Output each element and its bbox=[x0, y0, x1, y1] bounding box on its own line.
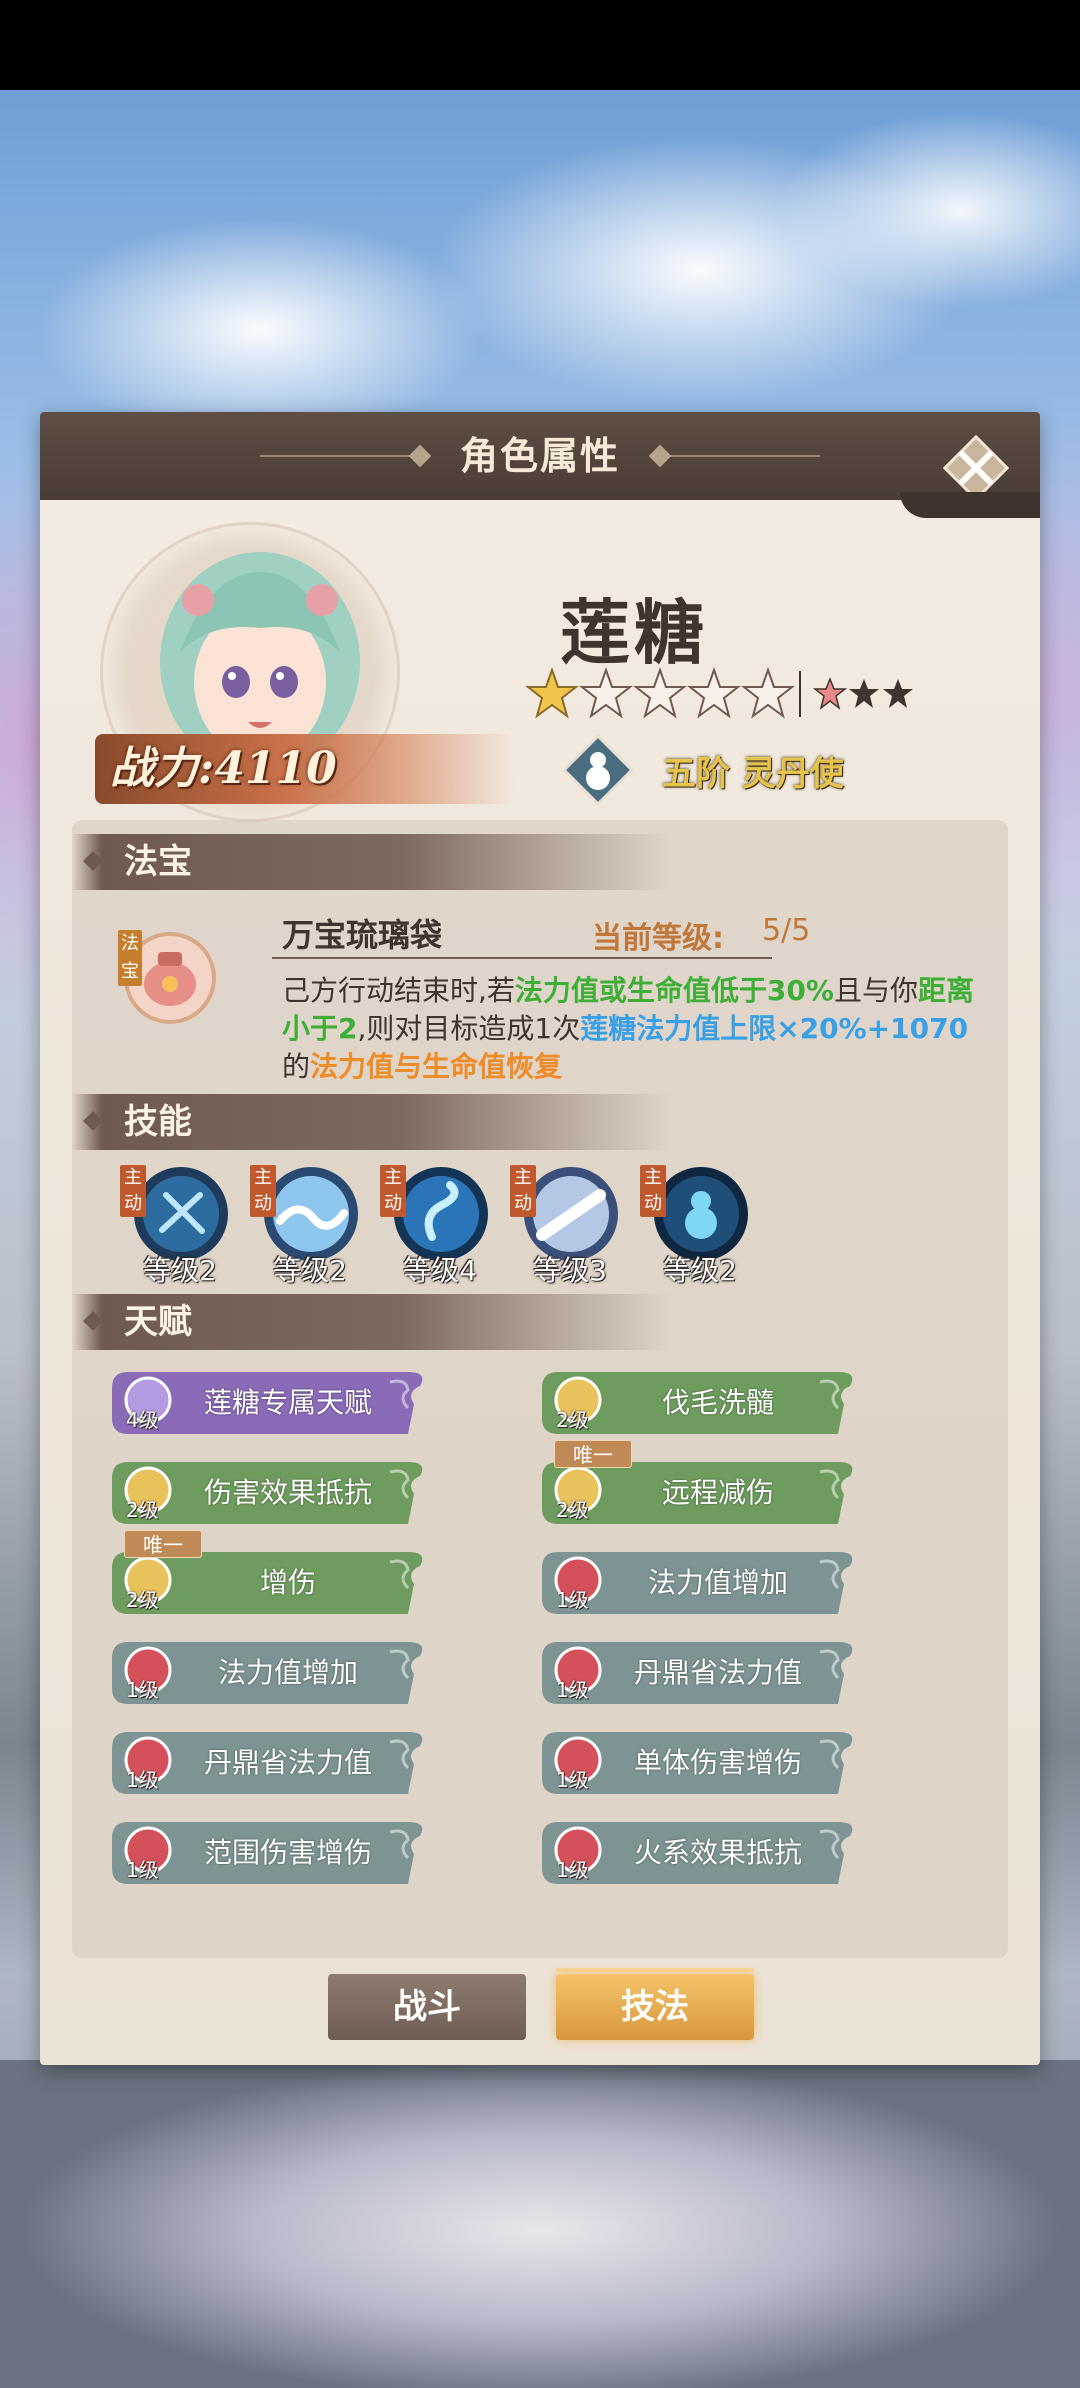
treasure-tag: 法宝 bbox=[118, 930, 142, 986]
talent-item[interactable]: 2级 伐毛洗髓 bbox=[538, 1368, 858, 1438]
header-ornament-swoosh bbox=[900, 492, 1040, 518]
talent-name: 莲糖专属天赋 bbox=[203, 1386, 372, 1419]
section-header-talents: 天赋 bbox=[72, 1294, 672, 1350]
skill-level: 等级4 bbox=[403, 1254, 477, 1287]
section-diamond bbox=[83, 1111, 103, 1131]
talent-item[interactable]: 1级 法力值增加 bbox=[538, 1548, 858, 1618]
panel-title: 角色属性 bbox=[459, 434, 620, 478]
talent-item[interactable]: 1级 法力值增加 bbox=[108, 1638, 428, 1708]
talent-item[interactable]: 1级 火系效果抵抗 bbox=[538, 1818, 858, 1888]
desc-text: 己方行动结束时,若 bbox=[282, 974, 515, 1007]
combat-power: 战力:4110 bbox=[110, 743, 337, 794]
skill-item[interactable]: 主动 等级2 bbox=[640, 1165, 750, 1295]
desc-text: 的 bbox=[282, 1050, 311, 1083]
character-name: 莲糖 bbox=[560, 591, 708, 674]
talent-name: 法力值增加 bbox=[217, 1656, 358, 1689]
background-pond bbox=[0, 2060, 1080, 2388]
talent-level: 1级 bbox=[556, 1588, 589, 1612]
sub-star-icon bbox=[813, 677, 847, 710]
talent-name: 伐毛洗髓 bbox=[661, 1386, 774, 1419]
section-title-skills: 技能 bbox=[124, 1102, 192, 1142]
talent-level: 2级 bbox=[126, 1498, 159, 1522]
skill-item[interactable]: 主动 等级2 bbox=[120, 1165, 230, 1295]
talent-name: 单体伤害增伤 bbox=[633, 1746, 802, 1779]
tab-skills[interactable]: 技法 bbox=[556, 1974, 754, 2040]
section-diamond bbox=[83, 851, 103, 871]
talent-level: 4级 bbox=[126, 1408, 159, 1432]
sub-star-icon bbox=[883, 679, 913, 708]
star-empty-icon bbox=[633, 667, 687, 719]
talent-item[interactable]: 4级 莲糖专属天赋 bbox=[108, 1368, 428, 1438]
talent-level: 1级 bbox=[556, 1678, 589, 1702]
talent-level: 2级 bbox=[126, 1588, 159, 1612]
desc-highlight-condition: 法力值或生命值低于30% bbox=[514, 974, 834, 1007]
desc-text: 且与你 bbox=[833, 974, 918, 1007]
skill-item[interactable]: 主动 等级3 bbox=[510, 1165, 620, 1295]
section-header-treasure: 法宝 bbox=[72, 834, 672, 890]
attributes-content[interactable]: 法宝 法宝 万宝琉璃袋 当前等级: 5/5 己方行动结束时,若法力值或生命值低于… bbox=[72, 820, 1008, 1958]
skill-level: 等级2 bbox=[273, 1254, 347, 1287]
talent-item[interactable]: 1级 范围伤害增伤 bbox=[108, 1818, 428, 1888]
talent-name: 远程减伤 bbox=[661, 1476, 774, 1509]
tab-active-indicator bbox=[556, 1968, 754, 1972]
skill-active-tag: 主动 bbox=[250, 1165, 276, 1217]
section-header-skills: 技能 bbox=[72, 1094, 672, 1150]
treasure-divider bbox=[272, 957, 772, 959]
skill-level: 等级3 bbox=[533, 1254, 607, 1287]
skill-item[interactable]: 主动 等级2 bbox=[250, 1165, 360, 1295]
talent-level: 2级 bbox=[556, 1498, 589, 1522]
star-filled-icon bbox=[525, 667, 579, 719]
talent-name: 法力值增加 bbox=[647, 1566, 788, 1599]
talent-level: 1级 bbox=[126, 1768, 159, 1792]
talent-item[interactable]: 1级 单体伤害增伤 bbox=[538, 1728, 858, 1798]
sub-star-icon bbox=[849, 679, 879, 708]
talent-level: 2级 bbox=[556, 1408, 589, 1432]
unique-tag: 唯一 bbox=[554, 1440, 632, 1468]
skill-active-tag: 主动 bbox=[380, 1165, 406, 1217]
talent-level: 1级 bbox=[126, 1678, 159, 1702]
gourd-icon bbox=[560, 732, 636, 808]
desc-highlight-effect: 法力值与生命值恢复 bbox=[310, 1050, 563, 1083]
skill-active-tag: 主动 bbox=[120, 1165, 146, 1217]
talent-name: 范围伤害增伤 bbox=[203, 1836, 372, 1869]
desc-highlight-formula: 莲糖法力值上限×20%+1070 bbox=[580, 1012, 969, 1045]
talent-name: 伤害效果抵抗 bbox=[203, 1476, 372, 1509]
talent-name: 丹鼎省法力值 bbox=[203, 1746, 372, 1779]
talent-level: 1级 bbox=[556, 1768, 589, 1792]
talent-item[interactable]: 1级 丹鼎省法力值 bbox=[538, 1638, 858, 1708]
star-empty-icon bbox=[687, 667, 741, 719]
talent-name: 丹鼎省法力值 bbox=[633, 1656, 802, 1689]
section-diamond bbox=[83, 1311, 103, 1331]
skill-level: 等级2 bbox=[143, 1254, 217, 1287]
status-bar bbox=[0, 0, 1080, 90]
skill-item[interactable]: 主动 等级4 bbox=[380, 1165, 490, 1295]
talent-level: 1级 bbox=[126, 1858, 159, 1882]
section-title-treasure: 法宝 bbox=[124, 842, 192, 882]
skill-list: 主动 等级2 主动 等级2 主动 等级4 主动 等级3 主动 等级2 bbox=[120, 1165, 1000, 1295]
treasure-description: 己方行动结束时,若法力值或生命值低于30%且与你距离小于2,则对目标造成1次莲糖… bbox=[282, 972, 982, 1086]
talent-name: 增伤 bbox=[259, 1566, 316, 1599]
cultivation-rank: 五阶 灵丹使 bbox=[662, 754, 844, 794]
talent-level: 1级 bbox=[556, 1858, 589, 1882]
talent-item[interactable]: 1级 丹鼎省法力值 bbox=[108, 1728, 428, 1798]
skill-active-tag: 主动 bbox=[640, 1165, 666, 1217]
talent-name: 火系效果抵抗 bbox=[633, 1836, 802, 1869]
unique-tag: 唯一 bbox=[124, 1530, 202, 1558]
treasure-level-label: 当前等级: bbox=[592, 921, 724, 956]
skill-active-tag: 主动 bbox=[510, 1165, 536, 1217]
treasure-name: 万宝琉璃袋 bbox=[282, 916, 443, 954]
tab-battle[interactable]: 战斗 bbox=[328, 1974, 526, 2040]
section-title-talents: 天赋 bbox=[124, 1302, 192, 1342]
treasure-level-value: 5/5 bbox=[762, 913, 811, 948]
star-rating bbox=[525, 666, 915, 722]
star-empty-icon bbox=[741, 667, 795, 719]
star-divider bbox=[799, 671, 801, 717]
talent-item[interactable]: 2级 伤害效果抵抗 bbox=[108, 1458, 428, 1528]
skill-level: 等级2 bbox=[663, 1254, 737, 1287]
character-attributes-panel: 角色属性 战力:4110 莲糖 五阶 灵丹使 法宝 法宝 万宝琉璃袋 当前等级:… bbox=[40, 412, 1040, 2065]
panel-header: 角色属性 bbox=[40, 412, 1040, 502]
desc-text: ,则对目标造成1次 bbox=[357, 1012, 581, 1045]
star-empty-icon bbox=[579, 667, 633, 719]
